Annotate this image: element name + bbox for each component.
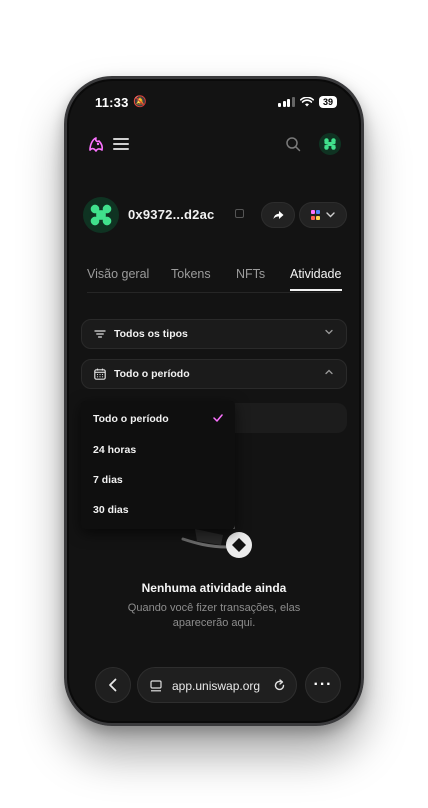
- checkmark-icon: [213, 414, 223, 422]
- signal-icon: [278, 97, 295, 107]
- wallet-avatar: [83, 197, 119, 233]
- more-dots-icon: ···: [313, 676, 333, 693]
- chevron-down-icon: [325, 329, 333, 335]
- apps-grid-icon: [310, 210, 321, 220]
- option-label: 7 dias: [93, 474, 123, 486]
- wallet-address[interactable]: 0x9372...d2ac: [128, 207, 214, 222]
- chevron-down-icon: [326, 212, 335, 218]
- phone-frame: 11:33 🔕 39 0x9372...d2ac Visão geral Tok…: [64, 76, 364, 726]
- period-dropdown-menu: Todo o período 24 horas 7 dias 30 dias: [81, 401, 235, 529]
- period-filter-select[interactable]: Todo o período: [81, 359, 347, 389]
- tabs-divider: [87, 292, 341, 293]
- top-nav: [87, 133, 341, 157]
- browser-address-bar[interactable]: app.uniswap.org: [137, 667, 297, 703]
- calendar-icon: [94, 368, 106, 380]
- wallet-avatar-icon: [89, 203, 113, 227]
- account-avatar-icon: [324, 138, 336, 150]
- chevron-left-icon: [109, 678, 117, 692]
- option-label: 24 horas: [93, 444, 137, 456]
- empty-state-title: Nenhuma atividade ainda: [141, 581, 287, 595]
- portfolio-tabs: Visão geral Tokens NFTs Atividade: [87, 267, 342, 291]
- wifi-icon: [299, 97, 314, 107]
- share-arrow-icon: [273, 211, 283, 219]
- page-menu-icon[interactable]: [150, 680, 162, 692]
- period-filter-label: Todo o período: [114, 368, 190, 380]
- status-indicators: 39: [278, 96, 337, 108]
- type-filter-select[interactable]: Todos os tipos: [81, 319, 347, 349]
- chevron-up-icon: [325, 369, 333, 375]
- browser-url: app.uniswap.org: [172, 679, 261, 693]
- status-time: 11:33: [95, 95, 129, 110]
- tab-tokens[interactable]: Tokens: [171, 267, 211, 281]
- copy-icon[interactable]: [235, 209, 244, 218]
- uniswap-logo-icon[interactable]: [87, 135, 105, 153]
- share-button[interactable]: [261, 202, 295, 228]
- app-screen: 11:33 🔕 39 0x9372...d2ac Visão geral Tok…: [67, 79, 361, 723]
- tab-activity[interactable]: Atividade: [290, 267, 341, 281]
- wallet-header: 0x9372...d2ac: [83, 195, 347, 235]
- bell-muted-icon: 🔕: [133, 96, 147, 108]
- account-avatar-button[interactable]: [319, 133, 341, 155]
- tab-overview[interactable]: Visão geral: [87, 267, 149, 281]
- type-filter-label: Todos os tipos: [114, 328, 188, 340]
- dropdown-option-7d[interactable]: 7 dias: [81, 463, 235, 493]
- battery-indicator: 39: [318, 96, 337, 108]
- reload-icon[interactable]: [273, 679, 286, 692]
- filter-lines-icon: [94, 330, 106, 338]
- dropdown-option-24h[interactable]: 24 horas: [81, 433, 235, 463]
- hamburger-menu-icon[interactable]: [113, 138, 129, 150]
- search-icon[interactable]: [285, 136, 301, 152]
- status-bar: 11:33 🔕 39: [69, 93, 359, 113]
- option-label: 30 dias: [93, 504, 129, 516]
- active-tab-indicator: [290, 289, 342, 291]
- dropdown-option-all-time[interactable]: Todo o período: [81, 401, 235, 433]
- more-options-button[interactable]: ···: [305, 667, 341, 703]
- empty-state-subtitle: Quando você fizer transações, elas apare…: [127, 602, 301, 629]
- connected-apps-button[interactable]: [299, 202, 347, 228]
- dropdown-option-30d[interactable]: 30 dias: [81, 493, 235, 523]
- tab-nfts[interactable]: NFTs: [236, 267, 265, 281]
- option-label: Todo o período: [93, 413, 169, 425]
- browser-back-button[interactable]: [95, 667, 131, 703]
